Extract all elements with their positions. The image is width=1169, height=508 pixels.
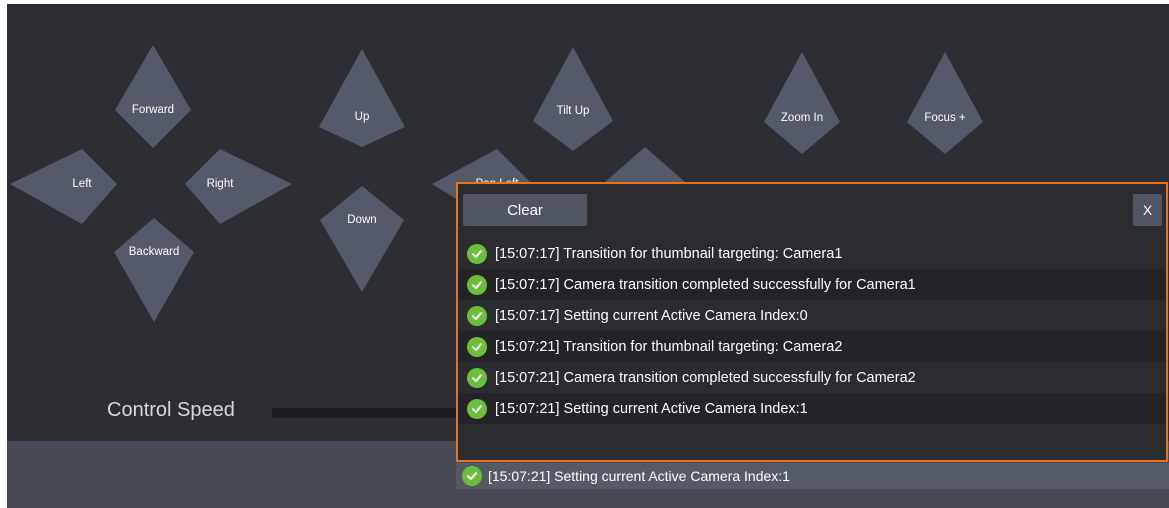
clear-button[interactable]: Clear — [463, 194, 587, 226]
log-entry-text: [15:07:17] Camera transition completed s… — [495, 276, 916, 293]
log-entry-text: [15:07:21] Camera transition completed s… — [495, 369, 916, 386]
left-label: Left — [72, 178, 92, 190]
log-list: [15:07:17] Transition for thumbnail targ… — [458, 238, 1166, 424]
success-check-icon — [467, 305, 487, 326]
ptz-control-window: Forward Left Right Backward Up Down Tilt… — [7, 4, 1169, 508]
log-entry: [15:07:21] Camera transition completed s… — [458, 362, 1166, 393]
forward-label: Forward — [131, 104, 175, 116]
log-entry: [15:07:21] Transition for thumbnail targ… — [458, 331, 1166, 362]
down-label: Down — [347, 214, 377, 226]
log-panel: Clear X [15:07:17] Transition for thumbn… — [456, 182, 1168, 462]
status-bar[interactable]: [15:07:21] Setting current Active Camera… — [456, 463, 1169, 489]
log-entry-text: [15:07:21] Transition for thumbnail targ… — [495, 338, 843, 355]
log-entry: [15:07:17] Setting current Active Camera… — [458, 300, 1166, 331]
log-entry-text: [15:07:21] Setting current Active Camera… — [495, 400, 808, 417]
zoom-in-label: Zoom In — [780, 112, 824, 124]
up-label: Up — [354, 111, 370, 123]
success-check-icon — [467, 243, 487, 264]
success-check-icon — [467, 398, 487, 419]
close-button[interactable]: X — [1133, 194, 1162, 226]
control-speed-label: Control Speed — [107, 399, 235, 421]
control-speed-slider[interactable] — [272, 408, 472, 418]
status-message: [15:07:21] Setting current Active Camera… — [488, 468, 790, 484]
log-entry-text: [15:07:17] Setting current Active Camera… — [495, 307, 808, 324]
log-entry: [15:07:17] Camera transition completed s… — [458, 269, 1166, 300]
focus-plus-label: Focus + — [924, 112, 966, 124]
right-label: Right — [206, 178, 234, 190]
success-check-icon — [467, 336, 487, 357]
success-check-icon — [467, 367, 487, 388]
backward-label: Backward — [128, 246, 180, 258]
tilt-up-label: Tilt Up — [556, 105, 590, 117]
success-check-icon — [462, 466, 482, 486]
log-entry: [15:07:17] Transition for thumbnail targ… — [458, 238, 1166, 269]
log-entry-text: [15:07:17] Transition for thumbnail targ… — [495, 245, 843, 262]
success-check-icon — [467, 274, 487, 295]
log-entry: [15:07:21] Setting current Active Camera… — [458, 393, 1166, 424]
